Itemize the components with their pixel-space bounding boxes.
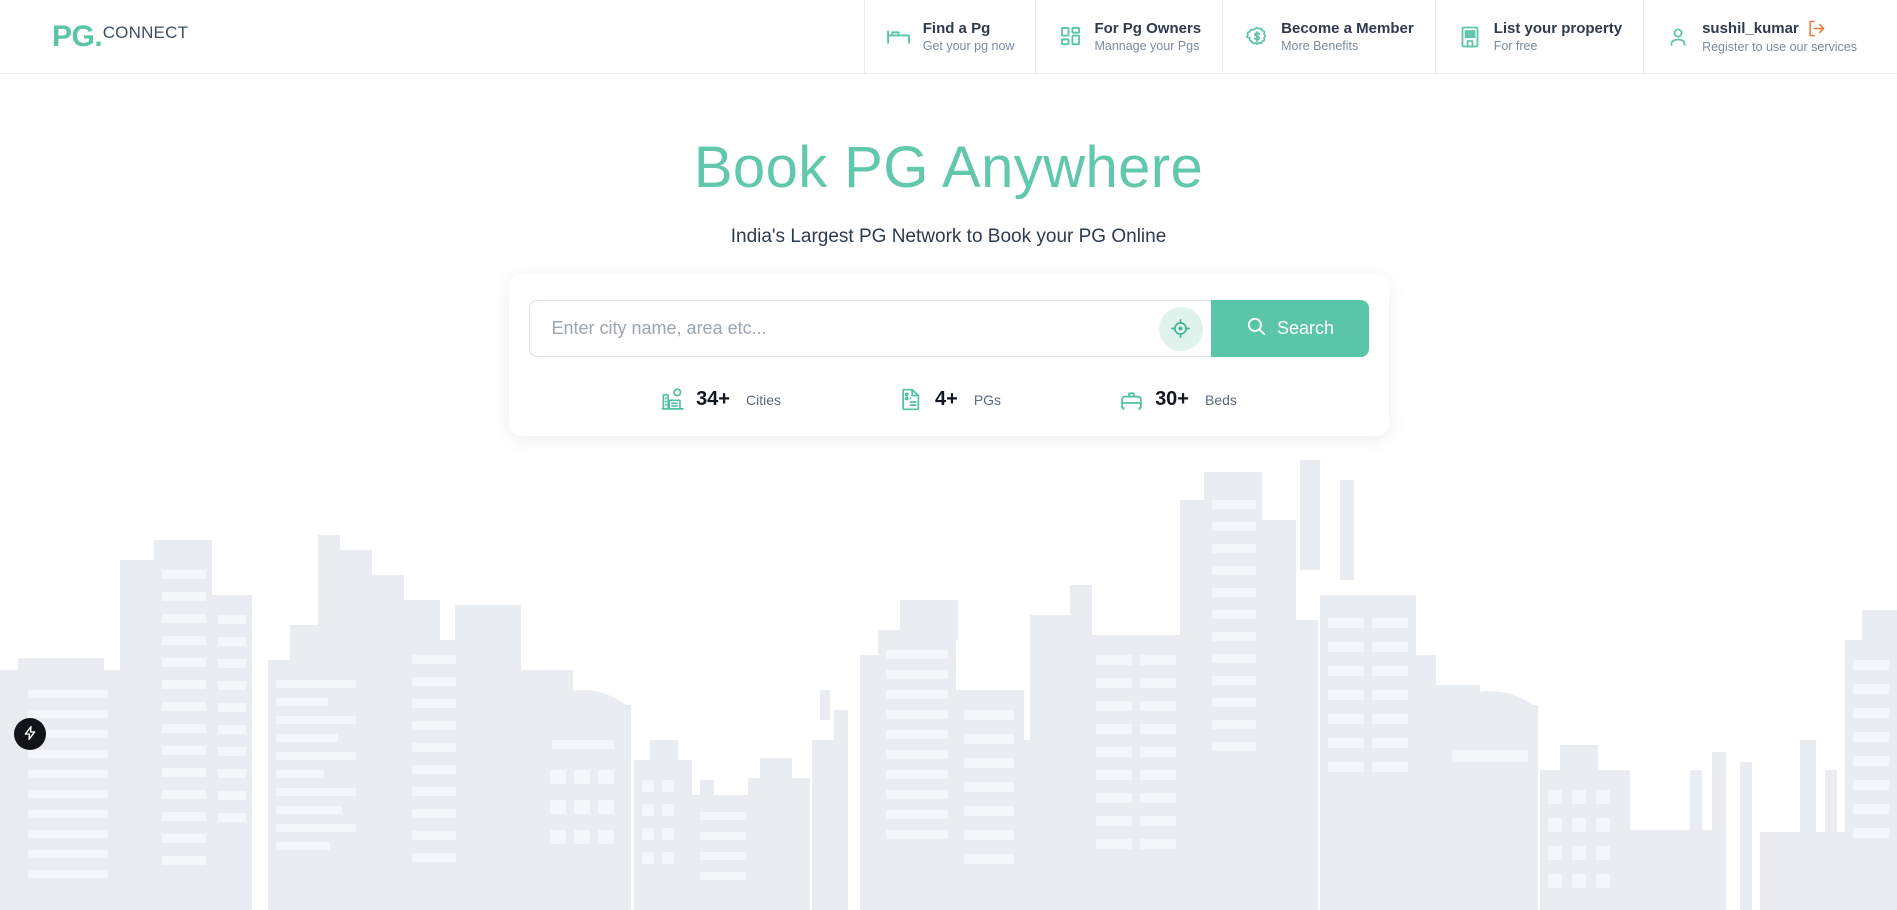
lightning-bolt-fab[interactable] (14, 718, 46, 750)
nav-subtitle: For free (1493, 38, 1538, 53)
nav-item-for-pg-owners[interactable]: For Pg Owners Mannage your Pgs (1035, 0, 1222, 74)
brand-logo[interactable]: PG . CONNECT (52, 19, 189, 53)
search-row: Search (528, 300, 1369, 357)
stat-value: 34+ (696, 388, 730, 410)
current-location-icon[interactable] (1158, 306, 1203, 351)
brand-dot: . (94, 19, 103, 53)
stat-pgs: 4+ PGs (899, 387, 1001, 412)
nav-item-list-your-property[interactable]: List your property For free (1434, 0, 1643, 74)
nav-subtitle: More Benefits (1281, 38, 1359, 53)
stat-cities: 34+ Cities (660, 387, 781, 412)
dollar-badge-icon (1244, 24, 1270, 50)
bed-icon (886, 24, 912, 50)
page-subtitle: India's Largest PG Network to Book your … (730, 225, 1167, 247)
grid-icon (1057, 24, 1083, 50)
brand-pg-text: PG (52, 19, 95, 53)
city-icon (660, 387, 685, 412)
nav-title: List your property (1493, 19, 1623, 37)
hero-section: Book PG Anywhere India's Largest PG Netw… (0, 74, 1897, 248)
nav-title: Find a Pg (922, 19, 991, 37)
lightning-bolt-icon (22, 725, 38, 744)
stat-value: 4+ (935, 388, 958, 410)
top-navbar: PG . CONNECT Find a Pg Get your pg now F… (0, 0, 1897, 74)
search-icon (1245, 315, 1267, 342)
stat-beds: 30+ Beds (1119, 387, 1237, 412)
stat-label: PGs (973, 391, 1002, 408)
nav-item-user-account[interactable]: sushil_kumar Register to use our service… (1643, 0, 1897, 74)
logout-icon[interactable] (1807, 19, 1826, 38)
nav-title: Become a Member (1281, 19, 1414, 37)
page-title: Book PG Anywhere (693, 135, 1204, 200)
stats-row: 34+ Cities 4+ PGs 30+ Beds (527, 387, 1371, 412)
brand-connect-text: CONNECT (102, 22, 189, 42)
stat-value: 30+ (1155, 388, 1189, 410)
nav-subtitle: Register to use our services (1702, 39, 1857, 54)
username-text: sushil_kumar (1702, 19, 1799, 37)
stat-label: Beds (1205, 391, 1237, 408)
nav-subtitle: Get your pg now (922, 38, 1015, 53)
stat-label: Cities (746, 391, 782, 408)
search-input-wrapper (528, 300, 1211, 357)
city-skyline-illustration (0, 460, 1897, 910)
search-input[interactable] (529, 318, 1211, 339)
nav-subtitle: Mannage your Pgs (1094, 38, 1200, 53)
nav-title-username: sushil_kumar (1702, 19, 1857, 38)
nav-title: For Pg Owners (1094, 19, 1202, 37)
search-button-label: Search (1276, 318, 1335, 338)
building-icon (1457, 24, 1483, 50)
bed-icon (1119, 387, 1144, 412)
nav-item-become-a-member[interactable]: Become a Member More Benefits (1222, 0, 1435, 74)
search-button[interactable]: Search (1210, 300, 1369, 357)
nav-item-find-a-pg[interactable]: Find a Pg Get your pg now (863, 0, 1036, 74)
document-icon (899, 387, 924, 412)
search-card: Search 34+ Cities (508, 274, 1389, 436)
user-icon (1665, 24, 1691, 50)
navbar-links: Find a Pg Get your pg now For Pg Owners … (863, 0, 1897, 74)
